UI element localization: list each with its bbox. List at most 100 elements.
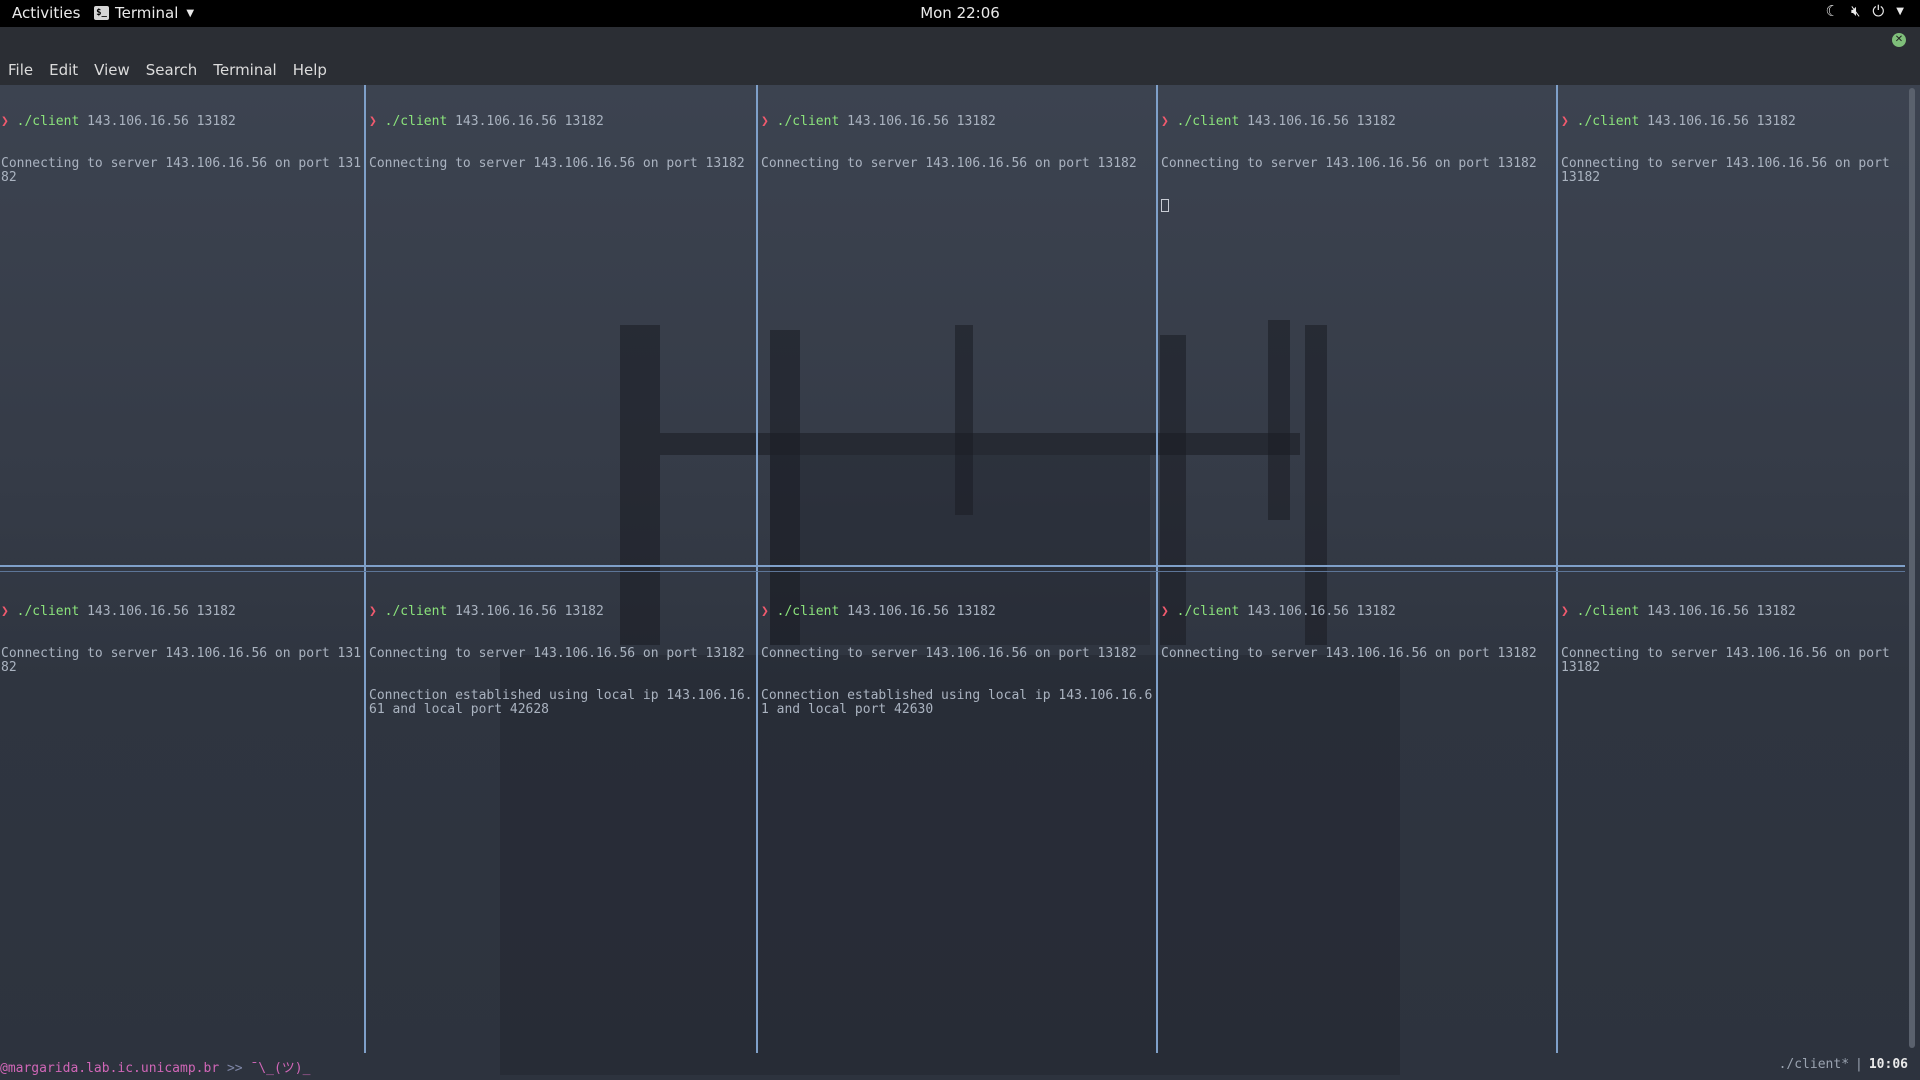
- terminal-pane-active[interactable]: ❯ ./client 143.106.16.56 13182 Connectin…: [1161, 87, 1555, 561]
- status-left: @margarida.lab.ic.unicamp.br >> ¯\_(ツ)_: [0, 1057, 310, 1076]
- command-args: 143.106.16.56 13182: [1247, 114, 1396, 129]
- pane-border-horizontal: [0, 571, 1905, 572]
- terminal-pane[interactable]: ❯ ./client 143.106.16.56 13182 Connectin…: [1161, 577, 1555, 1051]
- power-icon[interactable]: ⏻: [1872, 2, 1884, 20]
- command-args: 143.106.16.56 13182: [847, 604, 996, 619]
- status-right: ./client* | 10:06: [1779, 1057, 1908, 1072]
- terminal-pane[interactable]: ❯ ./client 143.106.16.56 13182 Connectin…: [1, 577, 363, 1051]
- activities-button[interactable]: Activities: [12, 4, 80, 22]
- pane-border-vertical[interactable]: [1156, 85, 1158, 1053]
- text-cursor: [1161, 199, 1169, 212]
- gnome-top-bar: Activities $_ Terminal ▼ Mon 22:06 ☾ 🔇︎ …: [0, 0, 1920, 27]
- output-line: Connecting to server 143.106.16.56 on po…: [1, 156, 362, 185]
- status-host: @margarida.lab.ic.unicamp.br: [0, 1061, 220, 1076]
- terminal-pane[interactable]: ❯ ./client 143.106.16.56 13182 Connectin…: [1, 87, 363, 561]
- terminal-pane[interactable]: ❯ ./client 143.106.16.56 13182 Connectin…: [369, 87, 755, 561]
- pane-border-vertical[interactable]: [1556, 85, 1558, 1053]
- pane-border-vertical[interactable]: [756, 85, 758, 1053]
- output-line: Connecting to server 143.106.16.56 on po…: [1161, 156, 1537, 171]
- command-args: 143.106.16.56 13182: [87, 604, 236, 619]
- pane-border-vertical[interactable]: [364, 85, 366, 1053]
- tmux-status-bar: @margarida.lab.ic.unicamp.br >> ¯\_(ツ)_ …: [0, 1053, 1920, 1080]
- output-line: Connecting to server 143.106.16.56 on po…: [1561, 646, 1898, 675]
- prompt-line: ❯ ./client 143.106.16.56 13182: [1161, 605, 1555, 619]
- status-separator: |: [1855, 1057, 1863, 1072]
- chevron-down-icon: ▼: [186, 7, 195, 19]
- command-args: 143.106.16.56 13182: [87, 114, 236, 129]
- terminal-pane[interactable]: ❯ ./client 143.106.16.56 13182 Connectin…: [761, 87, 1155, 561]
- window-titlebar[interactable]: ✕: [0, 27, 1920, 57]
- system-tray[interactable]: ☾ 🔇︎ ⏻ ▼: [1826, 2, 1904, 20]
- output-line: Connecting to server 143.106.16.56 on po…: [369, 156, 745, 171]
- command-args: 143.106.16.56 13182: [847, 114, 996, 129]
- prompt-line: ❯ ./client 143.106.16.56 13182: [1, 605, 363, 619]
- terminal-pane[interactable]: ❯ ./client 143.106.16.56 13182 Connectin…: [1561, 577, 1905, 1051]
- status-shrug: ¯\_(ツ)_: [250, 1061, 311, 1076]
- prompt-line: ❯ ./client 143.106.16.56 13182: [1561, 605, 1905, 619]
- command: ./client: [776, 604, 840, 619]
- prompt-line: ❯ ./client 143.106.16.56 13182: [761, 115, 1155, 129]
- pane-border-horizontal[interactable]: [0, 565, 1905, 567]
- prompt-arrow: ❯: [761, 114, 769, 129]
- prompt-line: ❯ ./client 143.106.16.56 13182: [369, 115, 755, 129]
- volume-muted-icon[interactable]: 🔇︎: [1851, 2, 1860, 20]
- menu-view[interactable]: View: [86, 57, 138, 85]
- app-menu[interactable]: $_ Terminal ▼: [94, 4, 194, 22]
- menu-file[interactable]: File: [0, 57, 41, 85]
- clock[interactable]: Mon 22:06: [0, 4, 1920, 22]
- prompt-line: ❯ ./client 143.106.16.56 13182: [1561, 115, 1905, 129]
- terminal-pane[interactable]: ❯ ./client 143.106.16.56 13182 Connectin…: [369, 577, 755, 1051]
- command: ./client: [16, 604, 80, 619]
- menu-terminal[interactable]: Terminal: [205, 57, 284, 85]
- prompt-line: ❯ ./client 143.106.16.56 13182: [1161, 115, 1555, 129]
- command: ./client: [1176, 114, 1240, 129]
- output-line: Connection established using local ip 14…: [369, 688, 753, 717]
- prompt-line: ❯ ./client 143.106.16.56 13182: [369, 605, 755, 619]
- status-prompt: >>: [226, 1061, 243, 1076]
- prompt-line: ❯ ./client 143.106.16.56 13182: [1, 115, 363, 129]
- command: ./client: [776, 114, 840, 129]
- output-line: Connection established using local ip 14…: [761, 688, 1153, 717]
- app-menu-label: Terminal: [115, 4, 179, 22]
- command: ./client: [1576, 604, 1640, 619]
- command-args: 143.106.16.56 13182: [1247, 604, 1396, 619]
- output-line: Connecting to server 143.106.16.56 on po…: [369, 646, 745, 661]
- terminal-app-icon: $_: [94, 6, 109, 20]
- command: ./client: [384, 114, 448, 129]
- status-time: 10:06: [1868, 1057, 1908, 1072]
- output-line: Connecting to server 143.106.16.56 on po…: [1561, 156, 1898, 185]
- menu-search[interactable]: Search: [138, 57, 206, 85]
- command: ./client: [384, 604, 448, 619]
- prompt-arrow: ❯: [1, 114, 9, 129]
- command: ./client: [1176, 604, 1240, 619]
- chevron-down-icon[interactable]: ▼: [1896, 6, 1904, 17]
- prompt-arrow: ❯: [1161, 114, 1169, 129]
- prompt-arrow: ❯: [761, 604, 769, 619]
- terminal-pane[interactable]: ❯ ./client 143.106.16.56 13182 Connectin…: [761, 577, 1155, 1051]
- output-line: Connecting to server 143.106.16.56 on po…: [761, 156, 1137, 171]
- prompt-arrow: ❯: [1561, 604, 1569, 619]
- status-window-name[interactable]: ./client*: [1779, 1057, 1849, 1072]
- prompt-arrow: ❯: [369, 114, 377, 129]
- output-line: Connecting to server 143.106.16.56 on po…: [1, 646, 362, 675]
- prompt-line: ❯ ./client 143.106.16.56 13182: [761, 605, 1155, 619]
- command: ./client: [16, 114, 80, 129]
- scrollbar[interactable]: [1909, 88, 1915, 1048]
- output-line: Connecting to server 143.106.16.56 on po…: [1161, 646, 1537, 661]
- moon-icon[interactable]: ☾: [1826, 2, 1839, 20]
- prompt-arrow: ❯: [1161, 604, 1169, 619]
- prompt-arrow: ❯: [1, 604, 9, 619]
- close-icon[interactable]: ✕: [1892, 33, 1906, 47]
- command-args: 143.106.16.56 13182: [455, 114, 604, 129]
- terminal-pane[interactable]: ❯ ./client 143.106.16.56 13182 Connectin…: [1561, 87, 1905, 561]
- prompt-arrow: ❯: [1561, 114, 1569, 129]
- prompt-arrow: ❯: [369, 604, 377, 619]
- menu-help[interactable]: Help: [285, 57, 335, 85]
- command-args: 143.106.16.56 13182: [455, 604, 604, 619]
- menu-edit[interactable]: Edit: [41, 57, 86, 85]
- menubar: File Edit View Search Terminal Help: [0, 57, 1920, 85]
- command: ./client: [1576, 114, 1640, 129]
- command-args: 143.106.16.56 13182: [1647, 604, 1796, 619]
- command-args: 143.106.16.56 13182: [1647, 114, 1796, 129]
- output-line: Connecting to server 143.106.16.56 on po…: [761, 646, 1137, 661]
